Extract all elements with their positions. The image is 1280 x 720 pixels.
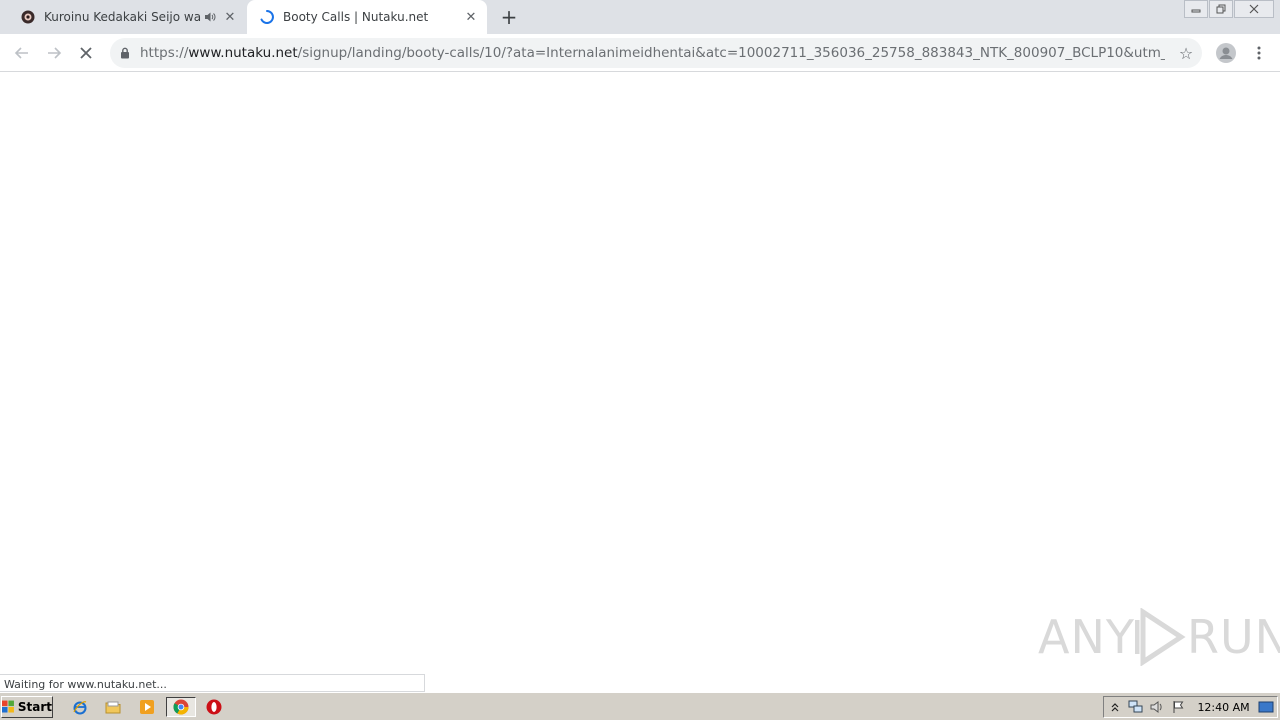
browser-toolbar: https://www.nutaku.net/signup/landing/bo… <box>0 34 1280 72</box>
windows-logo-icon <box>2 700 14 713</box>
volume-icon[interactable] <box>1147 698 1168 716</box>
minimize-icon[interactable] <box>1184 0 1208 18</box>
windows-taskbar: Start 12:40 AM <box>0 692 1280 720</box>
speaker-icon[interactable] <box>202 11 218 23</box>
watermark-text-right: RUN <box>1186 610 1280 664</box>
tab-booty-calls[interactable]: Booty Calls | Nutaku.net ✕ <box>247 0 487 34</box>
show-hidden-icons-icon[interactable] <box>1104 698 1125 716</box>
clock[interactable]: 12:40 AM <box>1197 701 1249 714</box>
chrome-icon[interactable] <box>166 697 196 717</box>
anyrun-watermark: ANY RUN <box>1038 608 1280 666</box>
tab-close-icon[interactable]: ✕ <box>222 9 238 25</box>
profile-avatar-icon[interactable] <box>1214 41 1238 65</box>
url-host: www.nutaku.net <box>188 45 298 61</box>
close-window-icon[interactable] <box>1234 0 1274 18</box>
restore-icon[interactable] <box>1209 0 1233 18</box>
lock-icon[interactable] <box>110 47 140 59</box>
tab-kuroinu[interactable]: Kuroinu Kedakaki Seijo wa Haku ✕ <box>8 0 246 34</box>
bookmark-star-icon[interactable]: ☆ <box>1176 43 1196 63</box>
start-label: Start <box>17 700 52 714</box>
url-text[interactable]: https://www.nutaku.net/signup/landing/bo… <box>140 45 1165 61</box>
system-tray: 12:40 AM <box>1103 696 1278 718</box>
opera-icon[interactable] <box>203 697 225 717</box>
tab-strip: Kuroinu Kedakaki Seijo wa Haku ✕ Booty C… <box>0 0 1280 34</box>
window-controls <box>1183 0 1274 18</box>
url-scheme: https:// <box>140 45 189 61</box>
menu-kebab-icon[interactable] <box>1247 41 1271 65</box>
media-player-icon[interactable] <box>136 697 158 717</box>
new-tab-plus-icon[interactable]: + <box>498 6 520 28</box>
tab-title: Booty Calls | Nutaku.net <box>283 10 429 24</box>
back-arrow-icon[interactable] <box>10 41 34 65</box>
forward-arrow-icon[interactable] <box>42 41 66 65</box>
tab-close-icon[interactable]: ✕ <box>463 9 479 25</box>
page-content <box>0 72 1280 692</box>
anime-favicon-icon <box>20 9 36 25</box>
ie-icon[interactable] <box>69 697 91 717</box>
status-bubble: Waiting for www.nutaku.net... <box>0 674 425 692</box>
stop-loading-icon[interactable] <box>74 41 98 65</box>
action-center-flag-icon[interactable] <box>1168 698 1189 716</box>
network-icon[interactable] <box>1125 698 1146 716</box>
loading-spinner-icon <box>259 9 275 25</box>
watermark-text-left: ANY <box>1038 610 1135 664</box>
address-bar[interactable]: https://www.nutaku.net/signup/landing/bo… <box>110 38 1202 68</box>
tab-title: Kuroinu Kedakaki Seijo wa Haku <box>44 10 202 24</box>
show-desktop-icon[interactable] <box>1256 698 1277 716</box>
url-path: /signup/landing/booty-calls/10/?ata=Inte… <box>297 45 1165 61</box>
start-button[interactable]: Start <box>1 696 53 718</box>
folder-icon[interactable] <box>102 697 124 717</box>
play-logo-icon <box>1134 608 1186 666</box>
